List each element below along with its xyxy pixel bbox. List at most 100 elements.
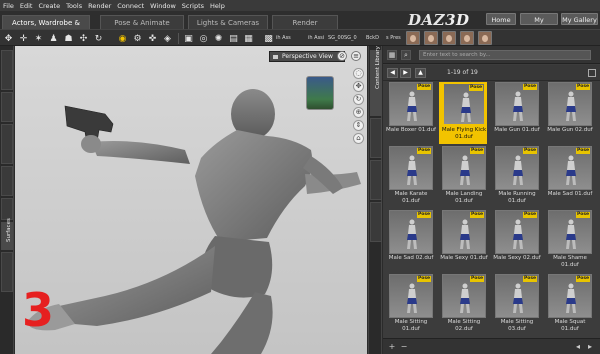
view-cube[interactable] (306, 76, 334, 110)
asset-item[interactable]: Pose Male Running 01.duf (492, 146, 540, 208)
asset-item[interactable]: Pose Male Karate 01.duf (386, 146, 434, 208)
add-icon[interactable]: + (387, 342, 397, 352)
spot-render-icon[interactable]: ◈ (161, 32, 174, 45)
view-selector[interactable]: Perspective View (269, 51, 345, 62)
up-arrow-icon[interactable]: ▲ (415, 68, 426, 78)
zoom-icon[interactable]: ⊕ (353, 107, 364, 118)
scroll-left-icon[interactable]: ◂ (573, 342, 583, 352)
asset-item[interactable]: Pose Male Sexy 01.duf (439, 210, 488, 272)
camera-icon[interactable]: ◎ (197, 32, 210, 45)
left-pane-tab-1[interactable] (1, 50, 13, 90)
viewport-options-icon[interactable]: ⊘ (337, 51, 347, 61)
dolly-icon[interactable]: ⇕ (353, 120, 364, 131)
avatar-preset-2[interactable] (424, 31, 438, 45)
tab-actors-wardrobe-props[interactable]: Actors, Wardrobe & Props (2, 15, 90, 41)
menu-create[interactable]: Create (38, 2, 60, 10)
asset-item[interactable]: Pose Male Sitting 02.duf (439, 274, 487, 336)
library-search-input[interactable]: Enter text to search by... (419, 50, 591, 60)
asset-thumbnail: Pose (389, 274, 433, 318)
forward-arrow-icon[interactable]: ▶ (400, 68, 411, 78)
asset-item[interactable]: Pose Male Sitting 01.duf (386, 274, 434, 336)
light-icon[interactable]: ✺ (212, 32, 225, 45)
avatar-preset-1[interactable] (406, 31, 420, 45)
pose-badge: Pose (576, 276, 590, 282)
avatar-preset-3[interactable] (442, 31, 456, 45)
translate-icon[interactable]: ✣ (77, 32, 90, 45)
menu-file[interactable]: File (3, 2, 14, 10)
left-pane-tab-surfaces[interactable]: Surfaces (1, 218, 13, 250)
node-select-icon[interactable]: ✛ (17, 32, 30, 45)
avatar-preset-4[interactable] (460, 31, 474, 45)
figure-tool-icon[interactable]: ✶ (32, 32, 45, 45)
home-button[interactable]: Home (486, 13, 516, 25)
menu-help[interactable]: Help (210, 2, 225, 10)
asset-item[interactable]: Pose Male Gun 02.duf (545, 82, 593, 144)
asset-item[interactable]: Pose Male Sexy 02.duf (492, 210, 541, 272)
render-icon[interactable]: ▣ (182, 32, 195, 45)
tab-pose-animate[interactable]: Pose & Animate (100, 15, 184, 29)
asset-label: Male Boxer 01.duf (386, 127, 436, 133)
frame-icon[interactable]: ◌ (353, 68, 364, 79)
asset-item[interactable]: Pose Male Boxer 01.duf (386, 82, 436, 144)
left-pane-tab-2[interactable] (1, 92, 13, 122)
asset-item[interactable]: Pose Male Flying Kick 01.duf (439, 82, 487, 144)
menu-window[interactable]: Window (150, 2, 176, 10)
pose-badge: Pose (576, 148, 590, 154)
asset-item[interactable]: Pose Male Squat 01.duf (545, 274, 593, 336)
right-pane-tab-2[interactable] (370, 118, 382, 158)
my-gallery-button[interactable]: My Gallery (561, 13, 598, 25)
surface-selection-icon[interactable]: ◉ (116, 32, 129, 45)
preset-label-2[interactable]: ih Assi (308, 35, 324, 41)
avatar-preset-5[interactable] (478, 31, 492, 45)
right-pane-tab-3[interactable] (370, 160, 382, 200)
joint-editor-icon[interactable]: ✜ (146, 32, 159, 45)
left-pane-tab-3[interactable] (1, 124, 13, 164)
3d-viewport[interactable]: Perspective View ⊘ ≡ ◌ ✥ ↻ ⊕ ⇕ ⌂ 3 (15, 46, 367, 354)
asset-label: Male Sitting 02.duf (447, 319, 481, 332)
asset-item[interactable]: Pose Male Sitting 03.duf (492, 274, 540, 336)
orbit-icon[interactable]: ↻ (353, 94, 364, 105)
home-view-icon[interactable]: ⌂ (353, 133, 364, 144)
menu-edit[interactable]: Edit (20, 2, 33, 10)
asset-item[interactable]: Pose Male Landing 01.duf (439, 146, 487, 208)
view-mode-icon[interactable] (588, 69, 596, 77)
menu-render[interactable]: Render (88, 2, 111, 10)
preferences-icon[interactable]: ▦ (242, 32, 255, 45)
folder-tree-icon[interactable]: ▦ (387, 50, 397, 60)
remove-icon[interactable]: − (399, 342, 409, 352)
preset-label-1[interactable]: ih Ass (276, 35, 291, 41)
viewport-menu-icon[interactable]: ≡ (351, 51, 361, 61)
asset-item[interactable]: Pose Male Sad 02.duf (386, 210, 434, 272)
asset-thumbnail: Pose (389, 82, 433, 126)
asset-item[interactable]: Pose Male Gun 01.duf (492, 82, 540, 144)
left-pane-tab-5[interactable] (1, 198, 13, 220)
preset-label-6[interactable]: s Pres (386, 35, 401, 41)
tab-content-library[interactable]: Content Library (370, 46, 382, 116)
preset-label-3[interactable]: SG_00 (328, 35, 344, 41)
menu-connect[interactable]: Connect (117, 2, 144, 10)
tab-render[interactable]: Render (272, 15, 338, 29)
left-pane-tab-4[interactable] (1, 166, 13, 196)
preset-thumb-icon[interactable]: ▩ (262, 32, 275, 45)
pan-icon[interactable]: ✥ (353, 81, 364, 92)
my-account-button[interactable]: My Account (520, 13, 558, 36)
asset-item[interactable]: Pose Male Sad 01.duf (545, 146, 593, 208)
asset-thumbnail: Pose (389, 210, 433, 254)
right-pane-tab-4[interactable] (370, 202, 382, 242)
save-scene-icon[interactable]: ▤ (227, 32, 240, 45)
preset-label-5[interactable]: BckD (366, 35, 379, 41)
active-pose-icon[interactable]: ☗ (62, 32, 75, 45)
geometry-editor-icon[interactable]: ⚙ (131, 32, 144, 45)
scroll-right-icon[interactable]: ▸ (585, 342, 595, 352)
search-mode-icon[interactable]: ⌕ (401, 50, 411, 60)
back-arrow-icon[interactable]: ◀ (387, 68, 398, 78)
menu-scripts[interactable]: Scripts (182, 2, 204, 10)
left-pane-tab-7[interactable] (1, 252, 13, 292)
pose-tool-icon[interactable]: ♟ (47, 32, 60, 45)
tab-lights-cameras[interactable]: Lights & Cameras (188, 15, 268, 29)
asset-item[interactable]: Pose Male Shame 01.duf (545, 210, 593, 272)
universal-tool-icon[interactable]: ✥ (2, 32, 15, 45)
rotate-icon[interactable]: ↻ (92, 32, 105, 45)
preset-label-4[interactable]: SG_0 (344, 35, 357, 41)
menu-tools[interactable]: Tools (66, 2, 82, 10)
